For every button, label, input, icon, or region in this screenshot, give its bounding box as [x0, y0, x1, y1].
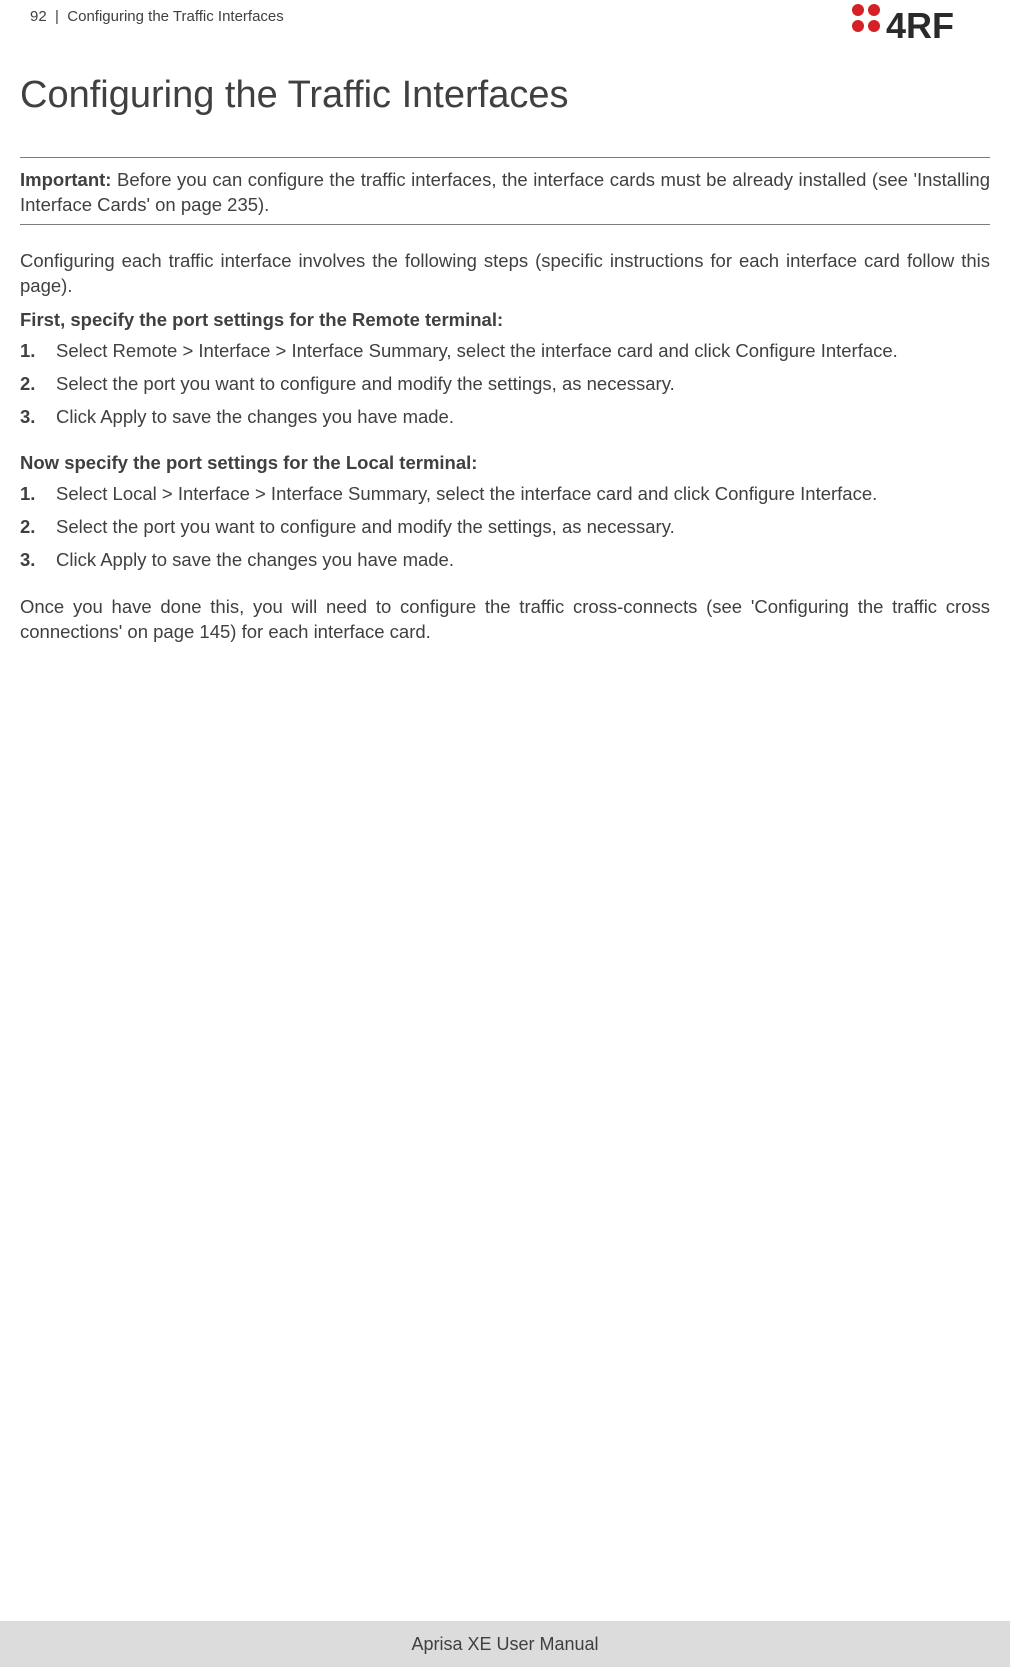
- list-item: Select Local > Interface > Interface Sum…: [56, 482, 990, 507]
- remote-steps: Select Remote > Interface > Interface Su…: [20, 339, 990, 430]
- callout-label: Important:: [20, 169, 111, 190]
- callout-rule-bottom: [20, 224, 990, 225]
- important-callout: Important: Before you can configure the …: [20, 168, 990, 218]
- brand-logo: 4RF: [846, 0, 986, 53]
- content-area: Configuring the Traffic Interfaces Impor…: [0, 74, 1010, 645]
- lead-paragraph: Configuring each traffic interface invol…: [20, 249, 990, 299]
- list-item: Select the port you want to configure an…: [56, 372, 990, 397]
- logo-svg: 4RF: [846, 0, 986, 48]
- header-text: 92 | Configuring the Traffic Interfaces: [30, 8, 284, 25]
- page-header: 92 | Configuring the Traffic Interfaces …: [0, 0, 1010, 60]
- local-steps: Select Local > Interface > Interface Sum…: [20, 482, 990, 573]
- page-title: Configuring the Traffic Interfaces: [20, 74, 990, 117]
- page-number: 92: [30, 8, 47, 25]
- svg-text:4RF: 4RF: [886, 5, 954, 46]
- footer-bar: Aprisa XE User Manual: [0, 1621, 1010, 1667]
- list-item: Select the port you want to configure an…: [56, 515, 990, 540]
- callout-rule-top: [20, 157, 990, 158]
- list-item: Click Apply to save the changes you have…: [56, 548, 990, 573]
- closing-paragraph: Once you have done this, you will need t…: [20, 595, 990, 645]
- local-heading: Now specify the port settings for the Lo…: [20, 452, 990, 474]
- header-section-title: Configuring the Traffic Interfaces: [67, 8, 284, 25]
- list-item: Select Remote > Interface > Interface Su…: [56, 339, 990, 364]
- footer-text: Aprisa XE User Manual: [411, 1634, 598, 1654]
- remote-heading: First, specify the port settings for the…: [20, 309, 990, 331]
- callout-text: Before you can configure the traffic int…: [20, 169, 990, 215]
- list-item: Click Apply to save the changes you have…: [56, 405, 990, 430]
- page: 92 | Configuring the Traffic Interfaces …: [0, 0, 1010, 1667]
